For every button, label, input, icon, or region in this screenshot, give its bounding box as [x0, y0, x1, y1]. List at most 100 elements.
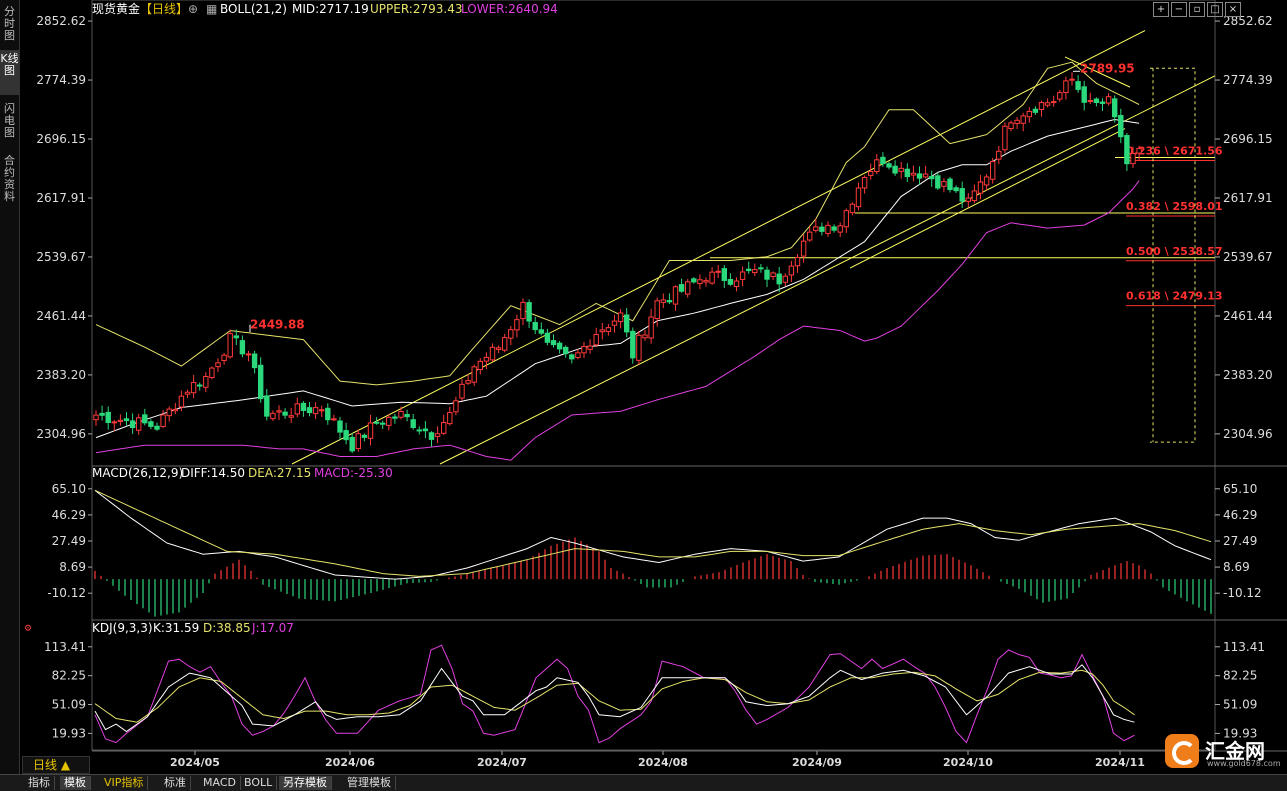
candle-body: [380, 422, 386, 425]
candle-body: [502, 337, 508, 351]
candle-body: [782, 275, 788, 283]
candle-body: [526, 302, 532, 322]
candle-body: [471, 366, 477, 383]
candle-body: [935, 175, 941, 189]
candle-body: [129, 420, 136, 429]
candle-body: [678, 284, 685, 292]
candle-body: [776, 273, 782, 285]
period-selector-label: 日线 ▲: [33, 758, 71, 772]
tab-manage-templates[interactable]: 管理模板: [343, 776, 396, 790]
candle-body: [697, 279, 703, 285]
candle-body: [233, 335, 240, 339]
candle-body: [270, 412, 276, 420]
candle-body: [733, 280, 740, 288]
logo-url: www.gold678.com: [1207, 759, 1281, 768]
candle-body: [300, 402, 307, 411]
candle-body: [355, 433, 362, 450]
sidebar-item-contract[interactable]: 合约资料: [0, 152, 19, 213]
y-tick-label-left: 46.29: [52, 508, 86, 522]
tab-macd[interactable]: MACD: [199, 776, 241, 790]
candle-body: [361, 434, 368, 438]
y-tick-label-left: 27.49: [52, 534, 86, 548]
tab-boll[interactable]: BOLL: [240, 776, 278, 790]
candle-body: [404, 414, 410, 418]
candle-body: [441, 421, 447, 434]
indicator-toggle-icon[interactable]: ▦: [206, 2, 217, 16]
macd-lines: [94, 489, 1212, 580]
y-tick-label: 2696.15: [1223, 132, 1273, 146]
main-legend: 现货黄金 【日线】 ⊕ ▦ BOLL(21,2) MID:2717.19 UPP…: [92, 1, 558, 16]
tab-save-template[interactable]: 另存模板: [279, 776, 332, 790]
candle-body: [227, 333, 233, 358]
bottom-tab-bar: 指标 模板 VIP指标 标准 MACD BOLL 另存模板 管理模板: [0, 774, 1287, 791]
zoom-in-icon[interactable]: +: [1153, 2, 1169, 17]
close-icon[interactable]: ×: [1225, 2, 1241, 17]
candle-body: [770, 272, 776, 278]
candle-body: [636, 334, 642, 361]
period-tag: 【日线】: [140, 2, 188, 16]
candle-body: [1099, 101, 1106, 104]
candle-body: [800, 240, 807, 257]
candle-body: [148, 421, 154, 427]
candle-body: [209, 367, 215, 379]
candle-body: [1032, 108, 1039, 113]
candle-body: [599, 329, 605, 333]
candle-body: [556, 342, 563, 350]
x-tick-label: 2024/08: [638, 756, 688, 769]
candle-body: [752, 269, 758, 274]
y-tick-label: 2617.91: [1223, 191, 1273, 205]
sidebar-item-timeshare[interactable]: 分时图: [0, 3, 19, 47]
tab-vip-indicators[interactable]: VIP指标: [100, 776, 149, 790]
kdj-lines: [94, 644, 1135, 744]
kdj-label: KDJ(9,3,3): [92, 621, 153, 635]
tab-indicators[interactable]: 指标: [24, 776, 55, 790]
candle-body: [855, 187, 862, 208]
candle-body: [190, 382, 197, 394]
y-tick-label: 2539.67: [1223, 250, 1273, 264]
tab-standard[interactable]: 标准: [160, 776, 191, 790]
kdj-d-line: [94, 669, 1135, 723]
settings-icon[interactable]: ⊕: [188, 2, 198, 16]
kdj-d: D:38.85: [203, 621, 251, 635]
maximize-icon[interactable]: □: [1207, 2, 1223, 17]
macd-value: MACD:-25.30: [314, 466, 393, 480]
zoom-out-icon[interactable]: −: [1171, 2, 1187, 17]
macd-diff: DIFF:14.50: [181, 466, 245, 480]
candle-body: [758, 267, 764, 270]
time-axis: 2024/05 2024/06 2024/07 2024/08 2024/09 2024/…: [170, 751, 1145, 769]
fib-level-label: 0.500 \ 2538.57: [1126, 245, 1223, 258]
candle-body: [1118, 114, 1124, 138]
tab-templates[interactable]: 模板: [60, 776, 91, 790]
y-tick-label: 2774.39: [1223, 73, 1273, 87]
candle-body: [1112, 98, 1118, 118]
candle-body: [172, 408, 179, 412]
candle-body: [276, 410, 282, 413]
candle-body: [160, 414, 166, 427]
candle-body: [1105, 96, 1112, 104]
logo-icon: [1165, 734, 1199, 768]
y-tick-label-left: 51.09: [52, 698, 86, 712]
price-annotations: 2449.88 2789.95: [249, 61, 1135, 333]
candle-body: [239, 340, 246, 355]
candle-body: [996, 150, 1002, 160]
kdj-settings-icon[interactable]: ⚙: [24, 624, 32, 634]
candle-body: [392, 416, 398, 419]
restore-icon[interactable]: ▫: [1189, 2, 1205, 17]
candle-body: [983, 176, 990, 186]
candle-body: [709, 271, 715, 284]
candle-body: [538, 329, 544, 334]
candle-body: [111, 421, 117, 424]
candle-body: [203, 375, 209, 388]
candle-body: [367, 422, 374, 439]
y-tick-label-left: 82.25: [52, 669, 86, 683]
sidebar-item-kline[interactable]: K线图: [0, 50, 19, 95]
candle-body: [868, 171, 874, 176]
candle-body: [648, 316, 654, 339]
candle-body: [825, 224, 831, 234]
kdj-j-line: [94, 644, 1135, 744]
candle-body: [849, 203, 856, 214]
trend-channel-line: [291, 30, 1146, 465]
candle-body: [794, 257, 801, 267]
period-selector[interactable]: 日线 ▲: [22, 756, 90, 774]
sidebar-item-flash[interactable]: 闪电图: [0, 100, 19, 147]
